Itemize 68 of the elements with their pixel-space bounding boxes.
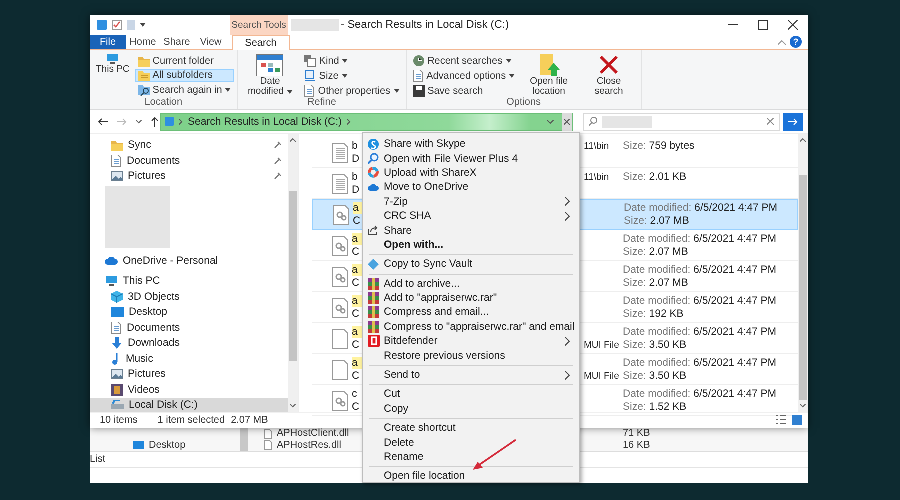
detail-value: 2.07 MB <box>650 215 690 228</box>
detail-value: 3.50 KB <box>649 339 687 352</box>
detail-value: 2.01 KB <box>649 171 687 184</box>
file-location: C <box>352 246 361 258</box>
detail-label: Size: <box>623 140 646 152</box>
file-location: C <box>352 370 361 382</box>
file-name: APHostClient.dll <box>277 428 350 440</box>
group-label: Options <box>506 97 542 110</box>
detail-value: 6/5/2021 4:47 PM <box>694 264 777 276</box>
file-size: 71 KB <box>623 428 652 440</box>
detail-label: Size: <box>623 401 646 414</box>
file-name: a <box>352 357 362 370</box>
file-location: D <box>352 184 361 196</box>
detail-label: Size: <box>623 277 646 290</box>
address-path: Search Results in Local Disk (C:) <box>188 116 342 128</box>
detail-value: 2.07 MB <box>649 277 688 290</box>
file-name: APHostRes.dll <box>277 440 342 451</box>
detail-value: 6/5/2021 4:47 PM <box>694 357 777 370</box>
detail-label: Size: <box>623 339 646 352</box>
detail-label: Date modified: <box>623 388 691 400</box>
file-name: b <box>352 171 359 184</box>
window-title: - Search Results in Local Disk (C:) <box>341 19 510 31</box>
file-name: a <box>352 264 362 276</box>
file-name: c <box>352 388 358 400</box>
detail-value: 6/5/2021 4:47 PM <box>694 295 777 308</box>
group-label: Location <box>144 97 183 110</box>
file-type: MUI File <box>584 370 620 382</box>
view-label: List <box>90 454 106 465</box>
status-text: 2.07 MB <box>231 414 268 426</box>
file-name: a <box>353 202 363 214</box>
detail-value: 6/5/2021 4:47 PM <box>694 388 777 400</box>
file-location: C <box>352 401 361 414</box>
file-location: D <box>352 153 361 166</box>
detail-label: Size: <box>623 370 646 382</box>
status-text: 1 item selected <box>158 414 226 426</box>
file-size: 16 KB <box>623 440 652 451</box>
detail-label: Size: <box>624 215 648 228</box>
detail-label: Date modified: <box>623 233 691 246</box>
detail-value: 3.50 KB <box>649 370 687 382</box>
detail-value: 2.07 MB <box>649 246 688 258</box>
detail-value: 6/5/2021 4:47 PM <box>694 233 777 246</box>
file-location: C <box>352 277 361 290</box>
detail-value: 1.52 KB <box>649 401 687 414</box>
group-label: Refine <box>307 97 336 110</box>
file-location: C <box>353 215 362 228</box>
detail-label: Date modified: <box>623 357 691 370</box>
status-text: 10 items <box>100 414 138 426</box>
detail-value: 6/5/2021 4:47 PM <box>694 326 777 338</box>
detail-label: Size: <box>623 246 646 258</box>
detail-label: Date modified: <box>623 326 691 338</box>
detail-label: Size: <box>623 308 646 320</box>
file-location: C <box>352 308 361 320</box>
detail-label: Date modified: <box>623 295 691 308</box>
file-type: 11\bin <box>584 172 610 183</box>
file-type: MUI File <box>584 340 620 351</box>
detail-value: 759 bytes <box>649 140 695 152</box>
file-name: b <box>352 140 359 152</box>
file-location: C <box>352 339 361 352</box>
detail-label: Date modified: <box>623 264 691 276</box>
detail-value: 192 KB <box>649 308 684 320</box>
detail-label: Date modified: <box>624 202 692 214</box>
detail-label: Size: <box>623 171 646 184</box>
context-tab-label: Search Tools <box>230 15 288 35</box>
file-name: a <box>352 233 362 246</box>
detail-value: 6/5/2021 4:47 PM <box>694 202 778 214</box>
file-name: a <box>352 326 362 338</box>
file-name: a <box>352 295 362 308</box>
file-type: 11\bin <box>584 140 610 152</box>
